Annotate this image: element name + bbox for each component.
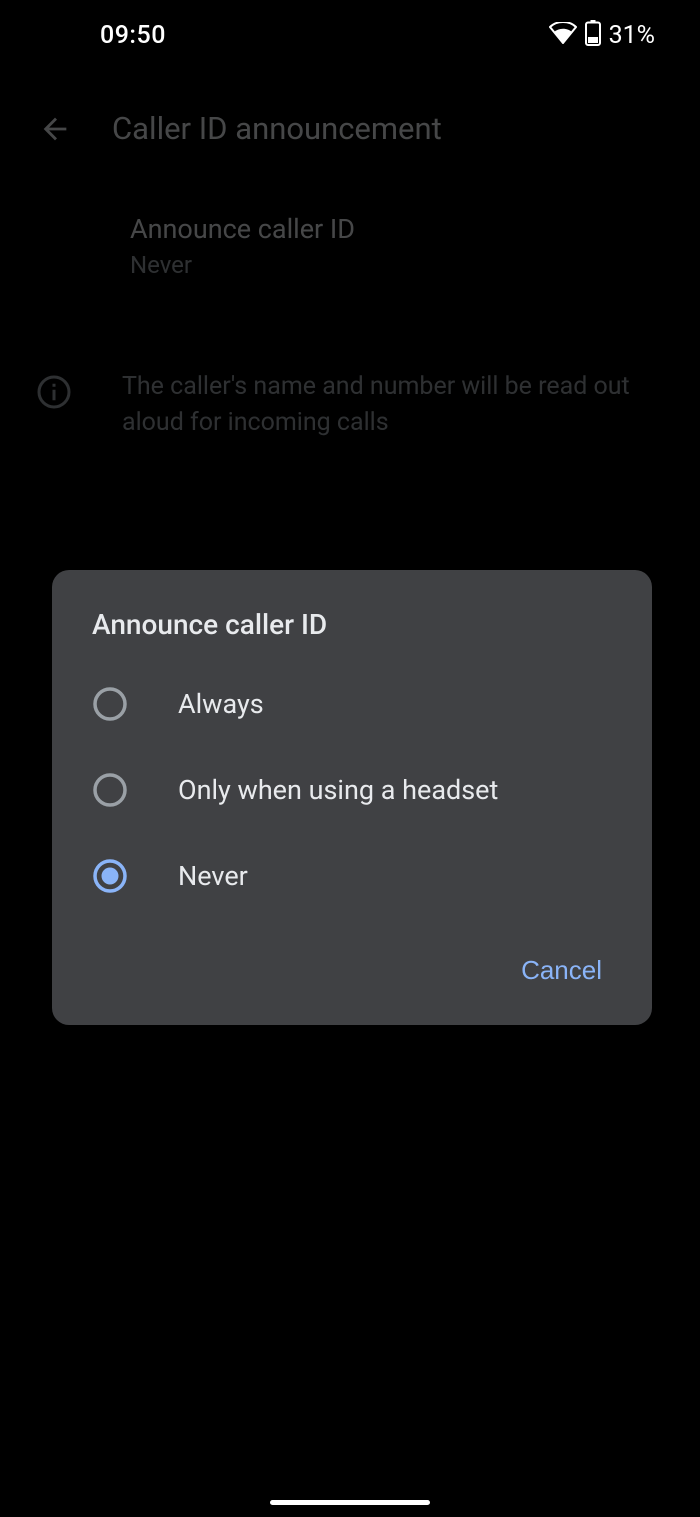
radio-label: Never [178,860,248,892]
setting-announce-caller-id[interactable]: Announce caller ID Never [0,177,700,299]
radio-unchecked-icon [92,686,128,722]
radio-option-headset[interactable]: Only when using a headset [52,747,652,833]
radio-option-always[interactable]: Always [52,661,652,747]
radio-label: Always [178,688,264,720]
status-indicators: 31% [549,20,655,50]
setting-value: Never [130,251,670,279]
back-arrow-icon[interactable] [38,112,72,146]
app-bar: Caller ID announcement [0,70,700,177]
info-row: The caller's name and number will be rea… [0,299,700,462]
status-time: 09:50 [100,21,166,50]
battery-percent: 31% [609,21,655,50]
wifi-icon [549,22,577,48]
radio-option-never[interactable]: Never [52,833,652,919]
dialog-announce-caller-id: Announce caller ID Always Only when usin… [52,570,652,1025]
home-indicator[interactable] [270,1500,430,1505]
battery-icon [585,20,601,50]
radio-label: Only when using a headset [178,774,498,806]
background-content: Caller ID announcement Announce caller I… [0,70,700,462]
dialog-actions: Cancel [52,919,652,997]
radio-unchecked-icon [92,772,128,808]
setting-title: Announce caller ID [130,213,670,245]
info-text: The caller's name and number will be rea… [122,369,660,442]
radio-checked-icon [92,858,128,894]
status-bar: 09:50 31% [0,0,700,70]
info-icon [36,374,72,414]
page-title: Caller ID announcement [112,110,442,147]
dialog-title: Announce caller ID [52,608,652,661]
cancel-button[interactable]: Cancel [511,949,612,992]
